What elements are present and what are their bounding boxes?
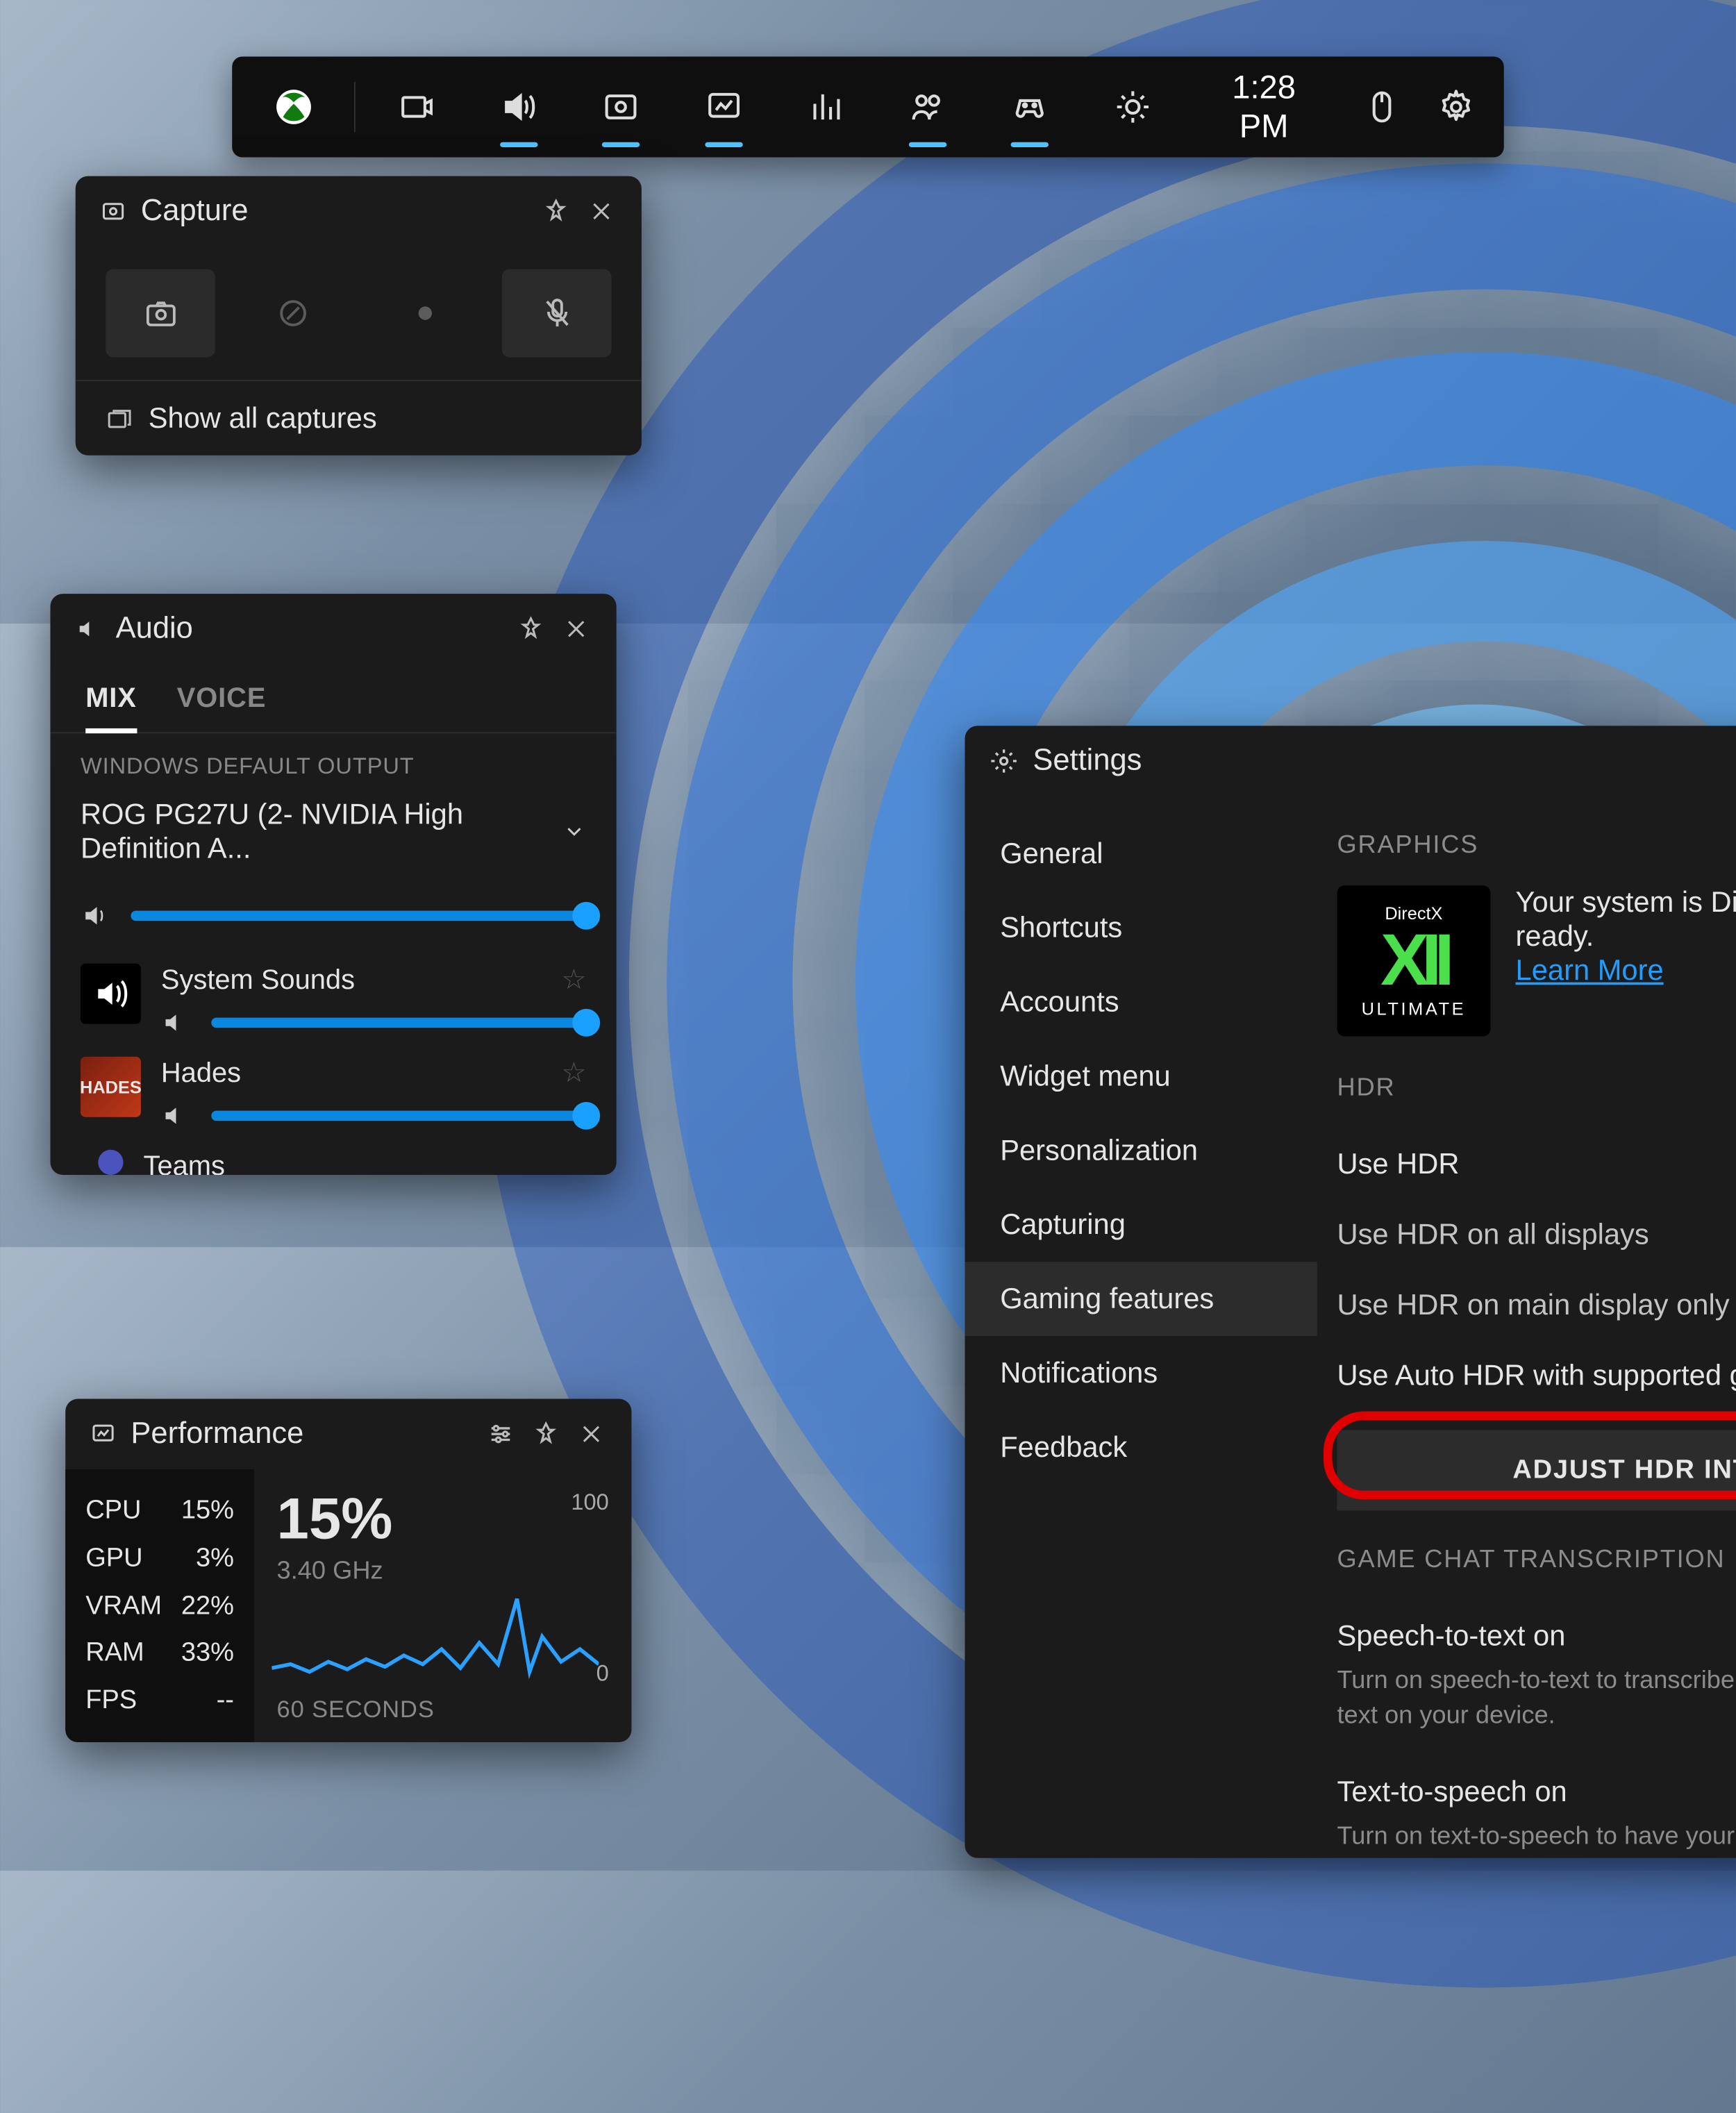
side-notifications[interactable]: Notifications <box>965 1336 1317 1410</box>
output-device-select[interactable]: ROG PG27U (2- NVIDIA High Definition A..… <box>50 787 616 888</box>
pin-icon[interactable] <box>531 1419 560 1448</box>
close-icon[interactable] <box>576 1419 606 1448</box>
mouse-button[interactable] <box>1344 57 1419 158</box>
settings-content: GRAPHICS DirectX XII ULTIMATE Your syste… <box>1317 796 1736 1858</box>
performance-title: Performance <box>131 1417 470 1452</box>
record-button[interactable] <box>370 269 480 358</box>
side-feedback[interactable]: Feedback <box>965 1410 1317 1485</box>
social-button[interactable] <box>877 57 979 158</box>
mixer-hades: HADES Hades☆ <box>50 1042 616 1135</box>
capture-title: Capture <box>141 194 526 229</box>
screenshot-button[interactable] <box>106 269 215 358</box>
mixer-teams: Teams <box>50 1135 616 1175</box>
pin-icon[interactable] <box>516 614 546 644</box>
hades-icon: HADES <box>81 1057 141 1117</box>
teams-icon <box>98 1150 123 1175</box>
options-icon[interactable] <box>485 1419 515 1448</box>
controller-button[interactable] <box>979 57 1081 158</box>
gear-icon <box>990 747 1018 775</box>
directx-badge: DirectX XII ULTIMATE <box>1337 885 1491 1036</box>
master-volume-slider[interactable] <box>131 911 586 921</box>
side-personalization[interactable]: Personalization <box>965 1113 1317 1187</box>
side-shortcuts[interactable]: Shortcuts <box>965 891 1317 965</box>
star-icon[interactable]: ☆ <box>561 964 586 996</box>
capture-button[interactable] <box>570 57 672 158</box>
broadcast-button[interactable] <box>366 57 468 158</box>
audio-title: Audio <box>116 611 501 646</box>
side-accounts[interactable]: Accounts <box>965 964 1317 1039</box>
pin-icon[interactable] <box>541 197 571 226</box>
mixer-system-sounds: System Sounds☆ <box>50 949 616 1042</box>
tab-voice[interactable]: VOICE <box>177 665 267 733</box>
audio-button[interactable] <box>468 57 570 158</box>
record-last-button[interactable] <box>237 269 347 358</box>
mic-off-button[interactable] <box>502 269 612 358</box>
close-icon[interactable] <box>561 614 591 644</box>
side-capturing[interactable]: Capturing <box>965 1187 1317 1262</box>
audio-icon <box>76 617 101 642</box>
perf-graph: 15% 3.40 GHz 100 0 60 SECONDS <box>254 1469 631 1742</box>
settings-panel: Settings General Shortcuts Accounts Widg… <box>965 726 1736 1857</box>
system-sounds-icon <box>81 964 141 1024</box>
settings-sidebar: General Shortcuts Accounts Widget menu P… <box>965 796 1317 1858</box>
side-general[interactable]: General <box>965 817 1317 891</box>
capture-icon <box>101 199 126 224</box>
show-all-captures[interactable]: Show all captures <box>76 380 642 456</box>
side-widget-menu[interactable]: Widget menu <box>965 1039 1317 1113</box>
learn-more-link[interactable]: Learn More <box>1516 953 1736 987</box>
tab-mix[interactable]: MIX <box>85 665 137 733</box>
adjust-hdr-button[interactable]: ADJUST HDR INTENSITY <box>1337 1430 1736 1511</box>
settings-title: Settings <box>1033 744 1736 779</box>
system-sounds-slider[interactable] <box>211 1018 586 1028</box>
audio-panel: Audio MIX VOICE WINDOWS DEFAULT OUTPUT R… <box>50 594 616 1175</box>
performance-button[interactable] <box>672 57 774 158</box>
gamebar-toolbar: 1:28 PM <box>232 57 1504 158</box>
default-output-label: WINDOWS DEFAULT OUTPUT <box>50 733 616 787</box>
capture-panel: Capture Show all captures <box>76 176 642 456</box>
perf-stats: CPU15% GPU3% VRAM22% RAM33% FPS-- <box>65 1469 254 1742</box>
clock: 1:28 PM <box>1183 68 1344 146</box>
performance-icon <box>90 1421 115 1446</box>
performance-panel: Performance CPU15% GPU3% VRAM22% RAM33% … <box>65 1398 631 1742</box>
xbox-button[interactable] <box>242 57 344 158</box>
hades-slider[interactable] <box>211 1111 586 1121</box>
resources-button[interactable] <box>774 57 876 158</box>
star-icon[interactable]: ☆ <box>561 1057 586 1089</box>
speaker-icon <box>81 901 113 930</box>
side-gaming-features[interactable]: Gaming features <box>965 1262 1317 1336</box>
chevron-down-icon <box>562 818 586 846</box>
settings-button[interactable] <box>1419 57 1494 158</box>
close-icon[interactable] <box>586 197 616 226</box>
brightness-button[interactable] <box>1081 57 1183 158</box>
